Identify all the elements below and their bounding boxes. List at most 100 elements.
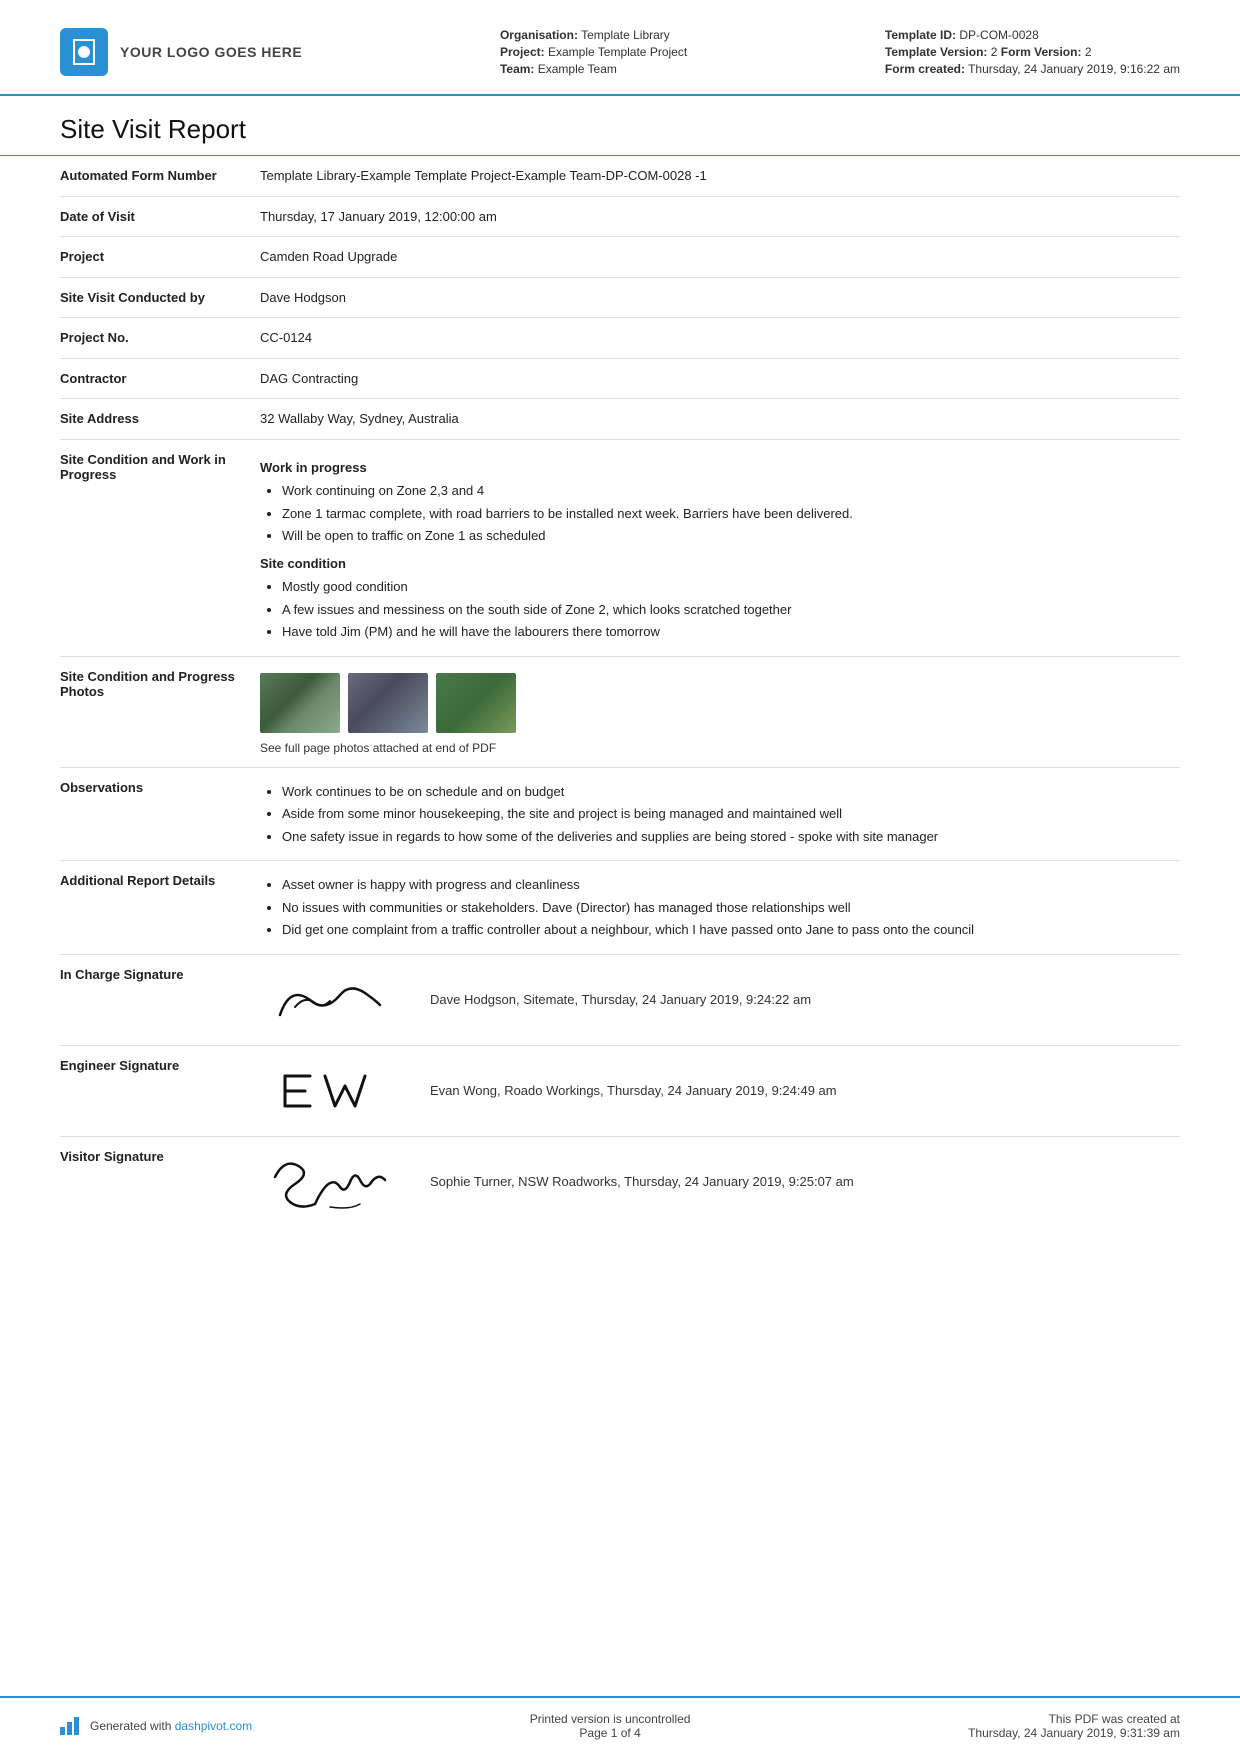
value-sig2: Evan Wong, Roado Workings, Thursday, 24 … xyxy=(260,1056,1180,1126)
sig2-area: Evan Wong, Roado Workings, Thursday, 24 … xyxy=(260,1056,1180,1126)
value-date: Thursday, 17 January 2019, 12:00:00 am xyxy=(260,207,1180,227)
field-row-date: Date of Visit Thursday, 17 January 2019,… xyxy=(60,197,1180,238)
label-form-number: Automated Form Number xyxy=(60,166,240,183)
logo-text: YOUR LOGO GOES HERE xyxy=(120,44,302,60)
field-row-observations: Observations Work continues to be on sch… xyxy=(60,768,1180,862)
sig2-text: Evan Wong, Roado Workings, Thursday, 24 … xyxy=(430,1081,837,1101)
site-condition-list: Mostly good condition A few issues and m… xyxy=(260,577,1180,642)
form-created-line: Form created: Thursday, 24 January 2019,… xyxy=(885,62,1180,76)
sig1-area: Dave Hodgson, Sitemate, Thursday, 24 Jan… xyxy=(260,965,1180,1035)
sig3-image xyxy=(260,1147,400,1217)
work-in-progress-list: Work continuing on Zone 2,3 and 4 Zone 1… xyxy=(260,481,1180,546)
page: YOUR LOGO GOES HERE Organisation: Templa… xyxy=(0,0,1240,1754)
site-condition-heading: Site condition xyxy=(260,554,1180,574)
field-row-project: Project Camden Road Upgrade xyxy=(60,237,1180,278)
meta-org-col: Organisation: Template Library Project: … xyxy=(500,28,687,76)
header-meta: Organisation: Template Library Project: … xyxy=(322,28,865,76)
field-row-sig3: Visitor Signature Sophie Turner, NSW Roa… xyxy=(60,1137,1180,1227)
label-project-no: Project No. xyxy=(60,328,240,345)
field-row-photos: Site Condition and Progress Photos See f… xyxy=(60,657,1180,768)
value-sig1: Dave Hodgson, Sitemate, Thursday, 24 Jan… xyxy=(260,965,1180,1035)
footer: Generated with dashpivot.com Printed ver… xyxy=(0,1696,1240,1754)
list-item: Will be open to traffic on Zone 1 as sch… xyxy=(282,526,1180,546)
field-row-sig2: Engineer Signature Evan Wong, Roado Work… xyxy=(60,1046,1180,1137)
photo-1 xyxy=(260,673,340,733)
list-item: Asset owner is happy with progress and c… xyxy=(282,875,1180,895)
logo-icon xyxy=(60,28,108,76)
photos-caption: See full page photos attached at end of … xyxy=(260,739,1180,757)
value-contractor: DAG Contracting xyxy=(260,369,1180,389)
value-photos: See full page photos attached at end of … xyxy=(260,667,1180,757)
field-row-address: Site Address 32 Wallaby Way, Sydney, Aus… xyxy=(60,399,1180,440)
spacer xyxy=(0,1461,1240,1696)
label-observations: Observations xyxy=(60,778,240,795)
footer-pdf-date: Thursday, 24 January 2019, 9:31:39 am xyxy=(968,1726,1180,1740)
value-additional: Asset owner is happy with progress and c… xyxy=(260,871,1180,944)
label-sig1: In Charge Signature xyxy=(60,965,240,982)
label-conducted-by: Site Visit Conducted by xyxy=(60,288,240,305)
label-sig2: Engineer Signature xyxy=(60,1056,240,1073)
photo-2 xyxy=(348,673,428,733)
project-line: Project: Example Template Project xyxy=(500,45,687,59)
field-row-sig1: In Charge Signature Dave Hodgson, Sitema… xyxy=(60,955,1180,1046)
list-item: Did get one complaint from a traffic con… xyxy=(282,920,1180,940)
value-project: Camden Road Upgrade xyxy=(260,247,1180,267)
sig1-image xyxy=(260,965,400,1035)
photo-3 xyxy=(436,673,516,733)
sig2-svg xyxy=(260,1056,400,1126)
list-item: Mostly good condition xyxy=(282,577,1180,597)
field-row-contractor: Contractor DAG Contracting xyxy=(60,359,1180,400)
list-item: No issues with communities or stakeholde… xyxy=(282,898,1180,918)
list-item: One safety issue in regards to how some … xyxy=(282,827,1180,847)
footer-pdf-prefix: This PDF was created at xyxy=(968,1712,1180,1726)
footer-page: Page 1 of 4 xyxy=(530,1726,691,1740)
list-item: Zone 1 tarmac complete, with road barrie… xyxy=(282,504,1180,524)
footer-link[interactable]: dashpivot.com xyxy=(175,1719,252,1733)
list-item: Work continuing on Zone 2,3 and 4 xyxy=(282,481,1180,501)
label-project: Project xyxy=(60,247,240,264)
field-row-project-no: Project No. CC-0124 xyxy=(60,318,1180,359)
template-version-line: Template Version: 2 Form Version: 2 xyxy=(885,45,1180,59)
label-site-condition: Site Condition and Work in Progress xyxy=(60,450,240,482)
list-item: Aside from some minor housekeeping, the … xyxy=(282,804,1180,824)
org-line: Organisation: Template Library xyxy=(500,28,687,42)
additional-list: Asset owner is happy with progress and c… xyxy=(260,875,1180,940)
sig3-area: Sophie Turner, NSW Roadworks, Thursday, … xyxy=(260,1147,1180,1217)
label-contractor: Contractor xyxy=(60,369,240,386)
list-item: A few issues and messiness on the south … xyxy=(282,600,1180,620)
footer-uncontrolled: Printed version is uncontrolled xyxy=(530,1712,691,1726)
sig1-text: Dave Hodgson, Sitemate, Thursday, 24 Jan… xyxy=(430,990,811,1010)
label-address: Site Address xyxy=(60,409,240,426)
bar-chart-icon xyxy=(60,1717,82,1735)
sig3-svg xyxy=(260,1142,400,1222)
logo-area: YOUR LOGO GOES HERE xyxy=(60,28,302,76)
template-id-line: Template ID: DP-COM-0028 xyxy=(885,28,1180,42)
field-row-form-number: Automated Form Number Template Library-E… xyxy=(60,156,1180,197)
value-conducted-by: Dave Hodgson xyxy=(260,288,1180,308)
label-date: Date of Visit xyxy=(60,207,240,224)
logo-svg xyxy=(68,36,100,68)
work-in-progress-heading: Work in progress xyxy=(260,458,1180,478)
value-form-number: Template Library-Example Template Projec… xyxy=(260,166,1180,186)
label-additional: Additional Report Details xyxy=(60,871,240,888)
value-observations: Work continues to be on schedule and on … xyxy=(260,778,1180,851)
list-item: Have told Jim (PM) and he will have the … xyxy=(282,622,1180,642)
field-row-site-condition: Site Condition and Work in Progress Work… xyxy=(60,440,1180,657)
footer-generated-text: Generated with dashpivot.com xyxy=(90,1719,252,1733)
label-sig3: Visitor Signature xyxy=(60,1147,240,1164)
value-sig3: Sophie Turner, NSW Roadworks, Thursday, … xyxy=(260,1147,1180,1217)
field-row-conducted-by: Site Visit Conducted by Dave Hodgson xyxy=(60,278,1180,319)
value-project-no: CC-0124 xyxy=(260,328,1180,348)
value-site-condition: Work in progress Work continuing on Zone… xyxy=(260,450,1180,646)
sig1-svg xyxy=(260,965,400,1035)
footer-right: This PDF was created at Thursday, 24 Jan… xyxy=(968,1712,1180,1740)
main-content: Automated Form Number Template Library-E… xyxy=(0,156,1240,1461)
label-photos: Site Condition and Progress Photos xyxy=(60,667,240,699)
report-title: Site Visit Report xyxy=(60,114,1180,145)
sig2-image xyxy=(260,1056,400,1126)
field-row-additional: Additional Report Details Asset owner is… xyxy=(60,861,1180,955)
report-title-area: Site Visit Report xyxy=(0,96,1240,156)
meta-right: Template ID: DP-COM-0028 Template Versio… xyxy=(885,28,1180,76)
value-address: 32 Wallaby Way, Sydney, Australia xyxy=(260,409,1180,429)
photos-row xyxy=(260,673,1180,733)
